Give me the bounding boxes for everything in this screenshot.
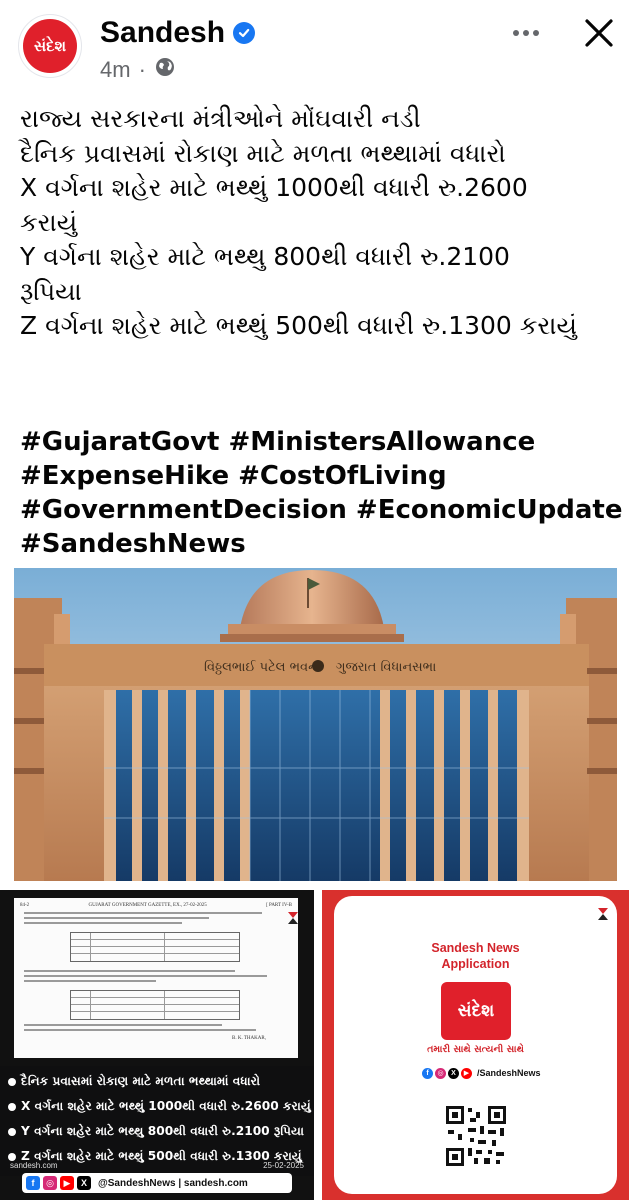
avatar-text: સંદેશ bbox=[33, 37, 67, 55]
signature-name: B. K. THAKAR, bbox=[232, 1036, 266, 1041]
gazette-document: 84-2 GUJARAT GOVERNMENT GAZETTE, EX., 27… bbox=[14, 898, 298, 1058]
post-text-line: Y વર્ગના શહેર માટે ભથ્થુ 800થી વધારી રુ.… bbox=[20, 242, 510, 271]
hashtag-line[interactable]: #SandeshNews bbox=[20, 527, 620, 561]
facebook-icon: f bbox=[26, 1176, 40, 1190]
gazette-title: GUJARAT GOVERNMENT GAZETTE, EX., 27-02-2… bbox=[88, 903, 207, 908]
sign-right: ગુજરાત વિધાનસભા bbox=[336, 659, 436, 675]
hashtag-line[interactable]: #GujaratGovt #MinistersAllowance bbox=[20, 425, 620, 459]
bullet-item: X વર્ગના શહેર માટે ભથ્થું 1000થી વધારી ર… bbox=[8, 1094, 311, 1119]
sandesh-logo: સંદેશ bbox=[23, 19, 77, 73]
assembly-building-photo[interactable]: વિઠ્ઠલભાઈ પટેલ ભવન ગુજરાત વિધાનસભા bbox=[14, 568, 617, 881]
app-tagline: તમારી સાથે સત્યની સાથે bbox=[427, 1044, 524, 1055]
gazette-signature: B. K. THAKAR, bbox=[214, 1036, 284, 1041]
page-avatar[interactable]: સંદેશ bbox=[18, 14, 82, 78]
bullet-item: દૈનિક પ્રવાસમાં રોકાણ માટે મળતા ભથ્થામાં… bbox=[8, 1069, 306, 1094]
sandesh-corner-logo-icon bbox=[596, 906, 616, 928]
social-bar: f ◎ ▶ X @SandeshNews | sandesh.com bbox=[22, 1173, 292, 1193]
x-icon: X bbox=[448, 1067, 459, 1079]
meta-separator: · bbox=[138, 57, 146, 82]
thumb-footer: sandesh.com 25-02-2025 bbox=[0, 1158, 314, 1172]
gazette-thumbnail[interactable]: 84-2 GUJARAT GOVERNMENT GAZETTE, EX., 27… bbox=[0, 890, 314, 1200]
close-icon bbox=[585, 19, 613, 47]
more-options-button[interactable] bbox=[508, 18, 544, 48]
globe-icon bbox=[154, 56, 176, 84]
hashtag-line[interactable]: #ExpenseHike #CostOfLiving bbox=[20, 459, 620, 493]
post-text-line: Z વર્ગના શહેર માટે ભથ્થું 500થી વધારી રુ… bbox=[20, 311, 577, 340]
social-bar: f ◎ X ▶ /SandeshNews bbox=[422, 1066, 541, 1080]
post-meta: 4m · bbox=[100, 56, 176, 84]
gazette-text-lines bbox=[24, 970, 288, 985]
site-label: sandesh.com bbox=[10, 1160, 58, 1170]
bullet-item: Y વર્ગના શહેર માટે ભથ્થુ 800થી વધારી રુ.… bbox=[8, 1119, 306, 1144]
app-logo: સંદેશ bbox=[441, 982, 511, 1040]
more-dot bbox=[523, 30, 529, 36]
instagram-icon: ◎ bbox=[435, 1067, 446, 1079]
app-promo-thumbnail[interactable]: Sandesh News Application સંદેશ તમારી સાથ… bbox=[322, 890, 629, 1200]
page-name-row: Sandesh bbox=[100, 16, 256, 50]
x-icon: X bbox=[77, 1176, 91, 1190]
more-dot bbox=[533, 30, 539, 36]
app-logo-text: સંદેશ bbox=[457, 1001, 495, 1021]
post-header: સંદેશ Sandesh 4m · bbox=[0, 0, 629, 90]
facebook-icon: f bbox=[422, 1067, 433, 1079]
allowance-table bbox=[70, 932, 240, 962]
post-text-line: દૈનિક પ્રવાસમાં રોકાણ માટે મળતા ભથ્થામાં… bbox=[20, 138, 506, 168]
verified-badge-icon bbox=[233, 22, 256, 44]
gazette-text-lines bbox=[24, 1024, 288, 1034]
post-text-line: X વર્ગના શહેર માટે ભથ્થું 1000થી વધારી ર… bbox=[20, 173, 528, 202]
social-handle: @SandeshNews | sandesh.com bbox=[98, 1177, 248, 1189]
post-body: રાજ્ય સરકારના મંત્રીઓને મોંઘવારી નડી દૈન… bbox=[20, 102, 620, 344]
youtube-icon: ▶ bbox=[60, 1176, 74, 1190]
allowance-table bbox=[70, 990, 240, 1020]
post-text-line: રૂપિયા bbox=[20, 276, 82, 306]
social-handle: /SandeshNews bbox=[477, 1068, 541, 1078]
post-timestamp[interactable]: 4m bbox=[100, 57, 131, 83]
gazette-header: 84-2 GUJARAT GOVERNMENT GAZETTE, EX., 27… bbox=[20, 903, 292, 908]
gazette-page: 84-2 bbox=[20, 903, 30, 908]
instagram-icon: ◎ bbox=[43, 1176, 57, 1190]
sign-left: વિઠ્ઠલભાઈ પટેલ ભવન bbox=[204, 659, 318, 675]
app-title-line: Sandesh News bbox=[431, 941, 520, 955]
date-label: 25-02-2025 bbox=[263, 1160, 304, 1170]
close-button[interactable] bbox=[578, 12, 620, 54]
youtube-icon: ▶ bbox=[461, 1067, 472, 1079]
gazette-text-lines bbox=[24, 912, 288, 927]
page-name[interactable]: Sandesh bbox=[100, 16, 225, 50]
sandesh-corner-logo-icon bbox=[286, 910, 306, 932]
app-title: Sandesh News Application bbox=[334, 940, 617, 972]
post-text-line: કરાયું bbox=[20, 207, 78, 237]
qr-code-icon bbox=[444, 1104, 508, 1168]
app-title-line: Application bbox=[441, 957, 510, 971]
hashtags: #GujaratGovt #MinistersAllowance #Expens… bbox=[20, 425, 622, 561]
more-dot bbox=[513, 30, 519, 36]
hashtag-line[interactable]: #GovernmentDecision #EconomicUpdate bbox=[20, 493, 622, 527]
post-text-line: રાજ્ય સરકારના મંત્રીઓને મોંઘવારી નડી bbox=[20, 104, 421, 133]
app-promo-card: Sandesh News Application સંદેશ તમારી સાથ… bbox=[334, 896, 617, 1194]
gazette-part: [ PART IV-B bbox=[266, 903, 292, 908]
